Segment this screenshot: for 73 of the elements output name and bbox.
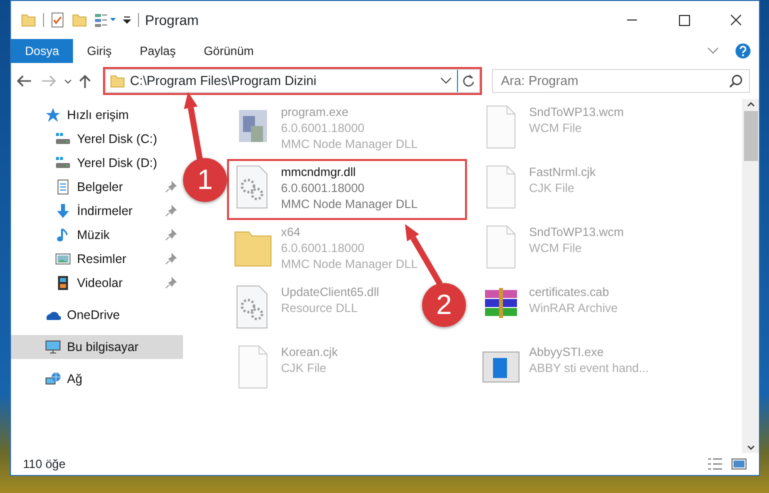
scrollbar[interactable]: [742, 99, 759, 453]
file-name: AbbyySTI.exe: [529, 344, 605, 360]
search-icon[interactable]: [729, 74, 743, 88]
file-detail: MMC Node Manager DLL: [281, 136, 418, 152]
file-detail: Resource DLL: [281, 300, 359, 316]
pin-icon[interactable]: [165, 205, 177, 217]
file-detail: 6.0.6001.18000: [281, 240, 366, 256]
music-note-icon: [55, 227, 71, 243]
pin-icon[interactable]: [165, 253, 177, 265]
callout-arrow: [184, 92, 203, 161]
sidebar-item[interactable]: Resimler: [11, 247, 183, 271]
close-icon: [729, 14, 743, 26]
sidebar-item[interactable]: Belgeler: [11, 175, 183, 199]
ribbon-tab[interactable]: Giriş: [73, 39, 126, 63]
film-icon: [55, 275, 71, 291]
file-detail: CJK File: [529, 180, 576, 196]
window-title: Program: [145, 10, 199, 30]
file-detail: ABBY sti event hand...: [529, 360, 649, 376]
sidebar-item[interactable]: Videolar: [11, 271, 183, 295]
sidebar-item[interactable]: Hızlı erişim: [11, 103, 183, 127]
file-item[interactable]: mmcndmgr.dll 6.0.6001.18000 MMC Node Manager DLL: [229, 161, 465, 218]
sidebar-item[interactable]: Yerel Disk (C:): [11, 127, 183, 151]
help-icon[interactable]: [735, 43, 751, 59]
file-detail: CJK File: [281, 360, 328, 376]
drive-icon: [55, 131, 71, 147]
file-detail: WinRAR Archive: [529, 300, 618, 316]
document-icon: [55, 179, 71, 195]
maximize-icon: [677, 14, 691, 26]
file-name: SndToWP13.wcm: [529, 104, 624, 120]
file-name: UpdateClient65.dll: [281, 284, 380, 300]
search-box[interactable]: Ara: Program: [492, 69, 750, 93]
ribbon-tab[interactable]: Paylaş: [126, 39, 190, 63]
address-bar[interactable]: C:\Program Files\Program Dizini: [105, 69, 480, 93]
file-name: x64: [281, 224, 302, 240]
file-detail: MMC Node Manager DLL: [281, 196, 418, 212]
sidebar-item[interactable]: İndirmeler: [11, 199, 183, 223]
up-arrow-icon[interactable]: [77, 73, 93, 89]
folder-icon: [110, 73, 126, 89]
network-icon: [45, 371, 61, 387]
thumbnail-view-icon[interactable]: [731, 457, 747, 471]
file-detail: WCM File: [529, 120, 583, 136]
file-name: certificates.cab: [529, 284, 610, 300]
star-icon: [45, 107, 61, 123]
file-detail: 6.0.6001.18000: [281, 120, 366, 136]
address-path: C:\Program Files\Program Dizini: [130, 72, 318, 90]
file-name: program.exe: [281, 104, 350, 120]
pin-icon[interactable]: [165, 229, 177, 241]
ribbon-tab[interactable]: Görünüm: [190, 39, 268, 63]
details-view-icon[interactable]: [707, 457, 723, 471]
pin-icon[interactable]: [165, 181, 177, 193]
drive-icon: [55, 155, 71, 171]
chevron-icon[interactable]: [439, 76, 453, 86]
monitor-icon: [45, 339, 61, 355]
file-detail: 6.0.6001.18000: [281, 180, 366, 196]
download-arrow-icon: [55, 203, 71, 219]
properties-icon[interactable]: [50, 12, 66, 28]
sidebar-item[interactable]: Yerel Disk (D:): [11, 151, 183, 175]
picture-icon: [55, 251, 71, 267]
sidebar-item[interactable]: OneDrive: [11, 303, 183, 327]
sidebar-item[interactable]: Bu bilgisayar: [11, 335, 183, 359]
file-name: mmcndmgr.dll: [281, 164, 357, 180]
sidebar-item[interactable]: Ağ: [11, 367, 183, 391]
scroll-thumb[interactable]: [744, 111, 758, 161]
pin-icon[interactable]: [165, 277, 177, 289]
sidebar-item[interactable]: Müzik: [11, 223, 183, 247]
file-detail: WCM File: [529, 240, 583, 256]
file-name: SndToWP13.wcm: [529, 224, 624, 240]
file-name: FastNrml.cjk: [529, 164, 596, 180]
file-name: Korean.cjk: [281, 344, 338, 360]
item-count: 110 öğe: [23, 456, 66, 473]
file-detail: MMC Node Manager DLL: [281, 256, 418, 272]
ribbon-tab[interactable]: Dosya: [11, 39, 74, 63]
view-icon[interactable]: [94, 12, 116, 28]
